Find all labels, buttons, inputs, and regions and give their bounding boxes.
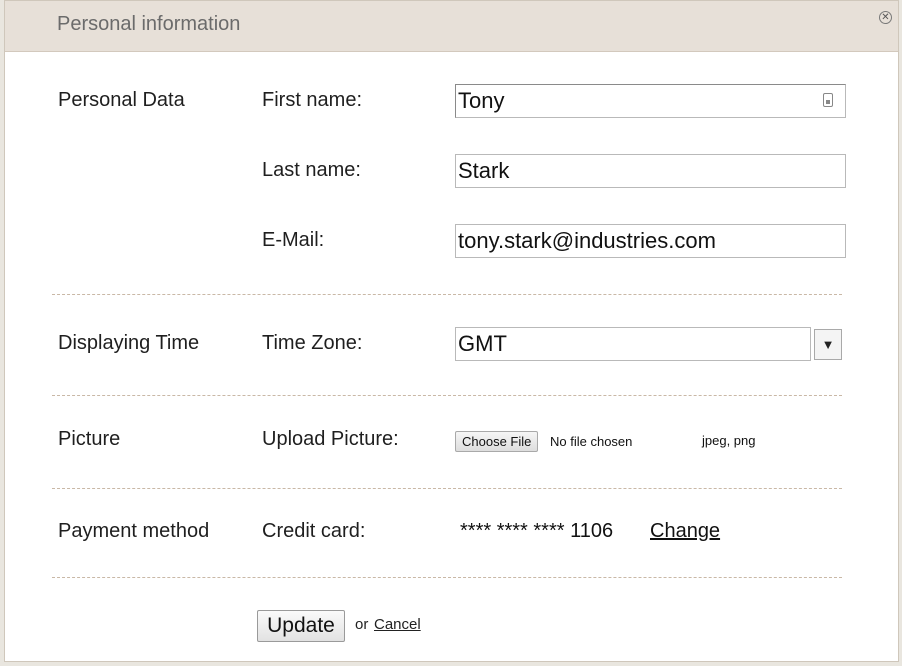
credit-card-number: **** **** **** 1106: [460, 520, 614, 542]
time-zone-label: Time Zone:: [262, 332, 363, 354]
section-divider: [52, 488, 842, 489]
file-status-text: No file chosen: [550, 434, 633, 449]
or-text: or: [355, 616, 369, 633]
chevron-down-icon[interactable]: ▼: [814, 329, 842, 360]
section-label-picture: Picture: [58, 428, 121, 450]
dialog-title: Personal information: [57, 13, 241, 35]
section-divider: [52, 294, 842, 295]
section-label-displaying-time: Displaying Time: [58, 332, 200, 354]
change-card-link[interactable]: Change: [650, 520, 720, 543]
first-name-label: First name:: [262, 89, 363, 111]
credit-card-label: Credit card:: [262, 520, 366, 542]
dialog-titlebar: Personal information ✕: [5, 1, 898, 52]
last-name-label: Last name:: [262, 159, 361, 181]
first-name-field[interactable]: [455, 84, 846, 118]
contact-card-icon[interactable]: [823, 93, 833, 107]
section-label-personal-data: Personal Data: [58, 89, 185, 111]
allowed-formats-text: jpeg, png: [702, 433, 756, 448]
last-name-field[interactable]: [455, 154, 846, 188]
email-label: E-Mail:: [262, 229, 325, 251]
section-label-payment-method: Payment method: [58, 520, 210, 542]
update-button[interactable]: Update: [257, 610, 345, 642]
upload-picture-label: Upload Picture:: [262, 428, 399, 450]
cancel-link[interactable]: Cancel: [374, 616, 421, 633]
close-icon[interactable]: ✕: [879, 11, 892, 24]
email-field[interactable]: [455, 224, 846, 258]
section-divider: [52, 395, 842, 396]
time-zone-select[interactable]: GMT: [455, 327, 811, 361]
choose-file-button[interactable]: Choose File: [455, 431, 539, 452]
section-divider: [52, 577, 842, 578]
